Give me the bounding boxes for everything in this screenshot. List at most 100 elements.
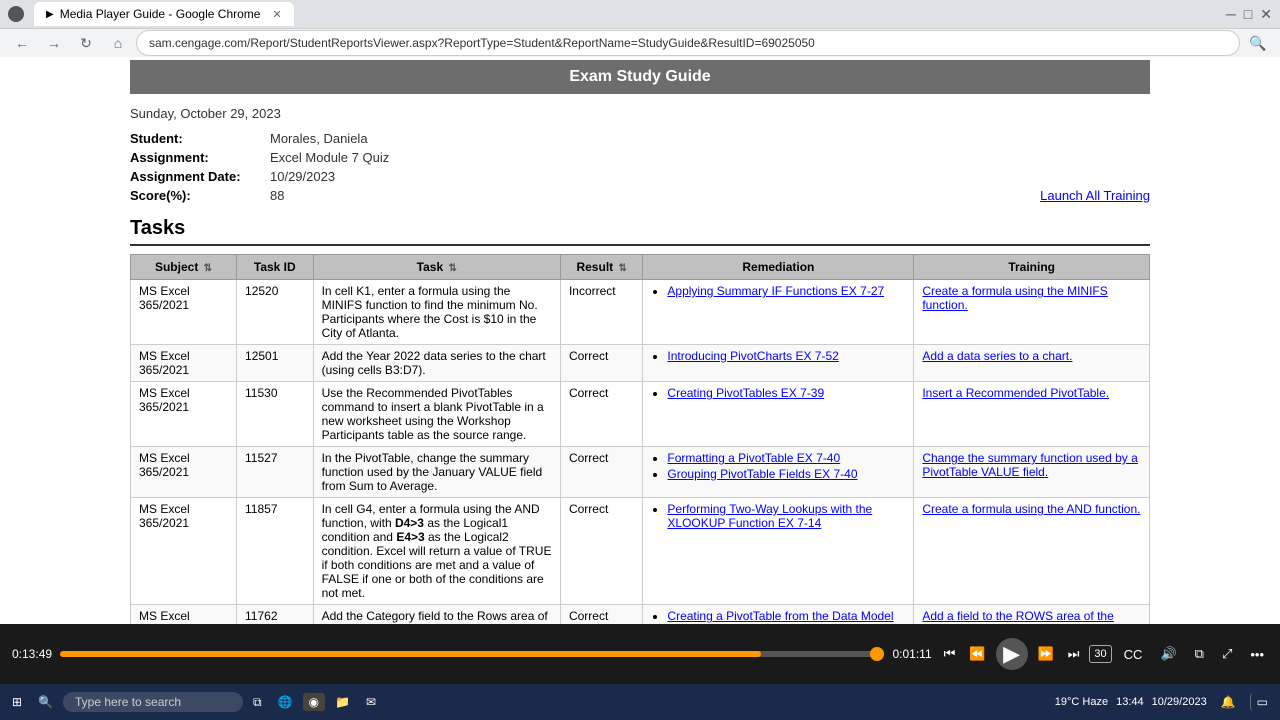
home-button[interactable]: ⌂ [104, 29, 132, 57]
training-link[interactable]: Create a formula using the MINIFS functi… [922, 284, 1107, 312]
sort-icon-result[interactable]: ⇅ [619, 263, 627, 274]
close-icon[interactable]: ✕ [1260, 6, 1272, 23]
cell-subject: MS Excel 365/2021 [131, 498, 237, 605]
volume-icon[interactable]: 🔊 [1156, 642, 1180, 666]
total-time: 0:01:11 [892, 647, 931, 661]
assignment-value: Excel Module 7 Quiz [270, 150, 389, 165]
taskbar-right: 19°C Haze 13:44 10/29/2023 🔔 ▭ [1055, 693, 1274, 711]
assignment-label: Assignment: [130, 150, 270, 165]
training-link[interactable]: Insert a Recommended PivotTable. [922, 386, 1109, 400]
fast-forward-icon[interactable]: ⏩ [1034, 642, 1058, 666]
more-options-icon[interactable]: ••• [1246, 643, 1268, 666]
table-row: MS Excel 365/202111530Use the Recommende… [131, 382, 1150, 447]
taskbar-edge-icon[interactable]: 🌐 [272, 693, 299, 711]
start-button[interactable]: ⊞ [6, 693, 28, 711]
sort-icon-subject[interactable]: ⇅ [204, 263, 212, 274]
remediation-link[interactable]: Formatting a PivotTable EX 7-40 [667, 451, 840, 465]
taskbar-chrome-icon[interactable]: ◉ [303, 693, 325, 711]
rewind-icon[interactable]: ⏪ [965, 642, 989, 666]
play-pause-button[interactable]: ▶ [996, 638, 1028, 670]
cc-icon[interactable]: CC [1120, 643, 1147, 666]
score-row: Score(%): 88 [130, 188, 1040, 203]
report-info-left: Student: Morales, Daniela Assignment: Ex… [130, 131, 1040, 207]
window-controls: ─ □ ✕ [1226, 6, 1272, 23]
media-player-bar[interactable]: 0:13:49 0:01:11 ⏮ ⏪ ▶ ⏩ ⏭ 30 CC 🔊 ⧉ ⤢ ••… [0, 624, 1280, 684]
col-header-task: Task ⇅ [313, 255, 560, 280]
exam-header: Exam Study Guide [130, 60, 1150, 94]
table-row: MS Excel 365/202111857In cell G4, enter … [131, 498, 1150, 605]
cell-subject: MS Excel 365/2021 [131, 345, 237, 382]
cell-task: In cell G4, enter a formula using the AN… [313, 498, 560, 605]
score-label: Score(%): [130, 188, 270, 203]
cell-remediation: Performing Two-Way Lookups with the XLOO… [643, 498, 914, 605]
remediation-link[interactable]: Performing Two-Way Lookups with the XLOO… [667, 502, 872, 530]
skip-back-icon[interactable]: ⏮ [940, 642, 960, 666]
col-header-result: Result ⇅ [560, 255, 642, 280]
cell-result: Correct [560, 382, 642, 447]
address-input[interactable] [136, 30, 1240, 56]
taskbar-search-input[interactable] [63, 692, 243, 712]
remediation-link[interactable]: Grouping PivotTable Fields EX 7-40 [667, 467, 857, 481]
maximize-icon[interactable]: □ [1244, 6, 1252, 23]
cell-taskid: 12501 [237, 345, 314, 382]
launch-all-training-link[interactable]: Launch All Training [1040, 188, 1150, 207]
tab-close-icon[interactable]: ✕ [272, 8, 281, 21]
tasks-table: Subject ⇅ Task ID Task ⇅ Result ⇅ [130, 254, 1150, 644]
show-desktop-button[interactable]: ▭ [1250, 693, 1274, 711]
col-header-taskid: Task ID [237, 255, 314, 280]
remediation-link[interactable]: Applying Summary IF Functions EX 7-27 [667, 284, 884, 298]
table-row: MS Excel 365/202112520In cell K1, enter … [131, 280, 1150, 345]
student-row: Student: Morales, Daniela [130, 131, 1040, 146]
search-icon[interactable]: 🔍 [1244, 29, 1272, 57]
cell-task: Add the Year 2022 data series to the cha… [313, 345, 560, 382]
pip-icon[interactable]: ⧉ [1191, 642, 1208, 666]
taskbar-weather: 19°C Haze [1055, 696, 1108, 708]
taskbar-mail-icon[interactable]: ✉ [360, 693, 382, 711]
task-view-button[interactable]: ⧉ [247, 693, 268, 712]
cell-training: Create a formula using the AND function. [914, 498, 1150, 605]
fullscreen-icon[interactable]: ⤢ [1218, 642, 1236, 666]
assignment-row: Assignment: Excel Module 7 Quiz [130, 150, 1040, 165]
browser-tab[interactable]: ▶ Media Player Guide - Google Chrome ✕ [34, 2, 294, 26]
progress-bar[interactable] [60, 651, 884, 657]
taskbar-files-icon[interactable]: 📁 [329, 693, 356, 711]
taskbar-time: 13:44 [1116, 696, 1144, 708]
sort-icon-task[interactable]: ⇅ [448, 263, 456, 274]
cell-taskid: 11527 [237, 447, 314, 498]
skip-forward-icon[interactable]: ⏭ [1064, 642, 1084, 666]
replay-30-icon[interactable]: 30 [1089, 645, 1111, 663]
remediation-link[interactable]: Creating PivotTables EX 7-39 [667, 386, 824, 400]
notification-icon[interactable]: 🔔 [1215, 693, 1242, 711]
browser-chrome: ▶ Media Player Guide - Google Chrome ✕ ─… [0, 0, 1280, 50]
search-button[interactable]: 🔍 [32, 693, 59, 711]
progress-dot [870, 647, 884, 661]
training-link[interactable]: Change the summary function used by a Pi… [922, 451, 1137, 479]
current-time: 0:13:49 [12, 647, 52, 661]
title-bar: ▶ Media Player Guide - Google Chrome ✕ ─… [0, 0, 1280, 28]
tab-favicon: ▶ [46, 9, 54, 20]
training-link[interactable]: Add a data series to a chart. [922, 349, 1072, 363]
window-icon [8, 6, 24, 22]
reload-button[interactable]: ↻ [72, 29, 100, 57]
cell-subject: MS Excel 365/2021 [131, 382, 237, 447]
cell-result: Correct [560, 498, 642, 605]
cell-task: In the PivotTable, change the summary fu… [313, 447, 560, 498]
assignment-date-value: 10/29/2023 [270, 169, 335, 184]
back-button[interactable]: ← [8, 29, 36, 57]
score-value: 88 [270, 188, 284, 203]
minimize-icon[interactable]: ─ [1226, 6, 1236, 23]
tab-title: Media Player Guide - Google Chrome [60, 7, 261, 21]
col-header-training: Training [914, 255, 1150, 280]
cell-taskid: 11530 [237, 382, 314, 447]
training-link[interactable]: Create a formula using the AND function. [922, 502, 1140, 516]
report-info: Student: Morales, Daniela Assignment: Ex… [130, 131, 1150, 207]
col-header-subject: Subject ⇅ [131, 255, 237, 280]
forward-button[interactable]: → [40, 29, 68, 57]
report-container: Exam Study Guide Sunday, October 29, 202… [90, 50, 1190, 654]
cell-training: Add a data series to a chart. [914, 345, 1150, 382]
address-bar-row: ← → ↻ ⌂ 🔍 [0, 28, 1280, 57]
remediation-link[interactable]: Introducing PivotCharts EX 7-52 [667, 349, 838, 363]
cell-remediation: Applying Summary IF Functions EX 7-27 [643, 280, 914, 345]
cell-training: Insert a Recommended PivotTable. [914, 382, 1150, 447]
cell-task: Use the Recommended PivotTables command … [313, 382, 560, 447]
